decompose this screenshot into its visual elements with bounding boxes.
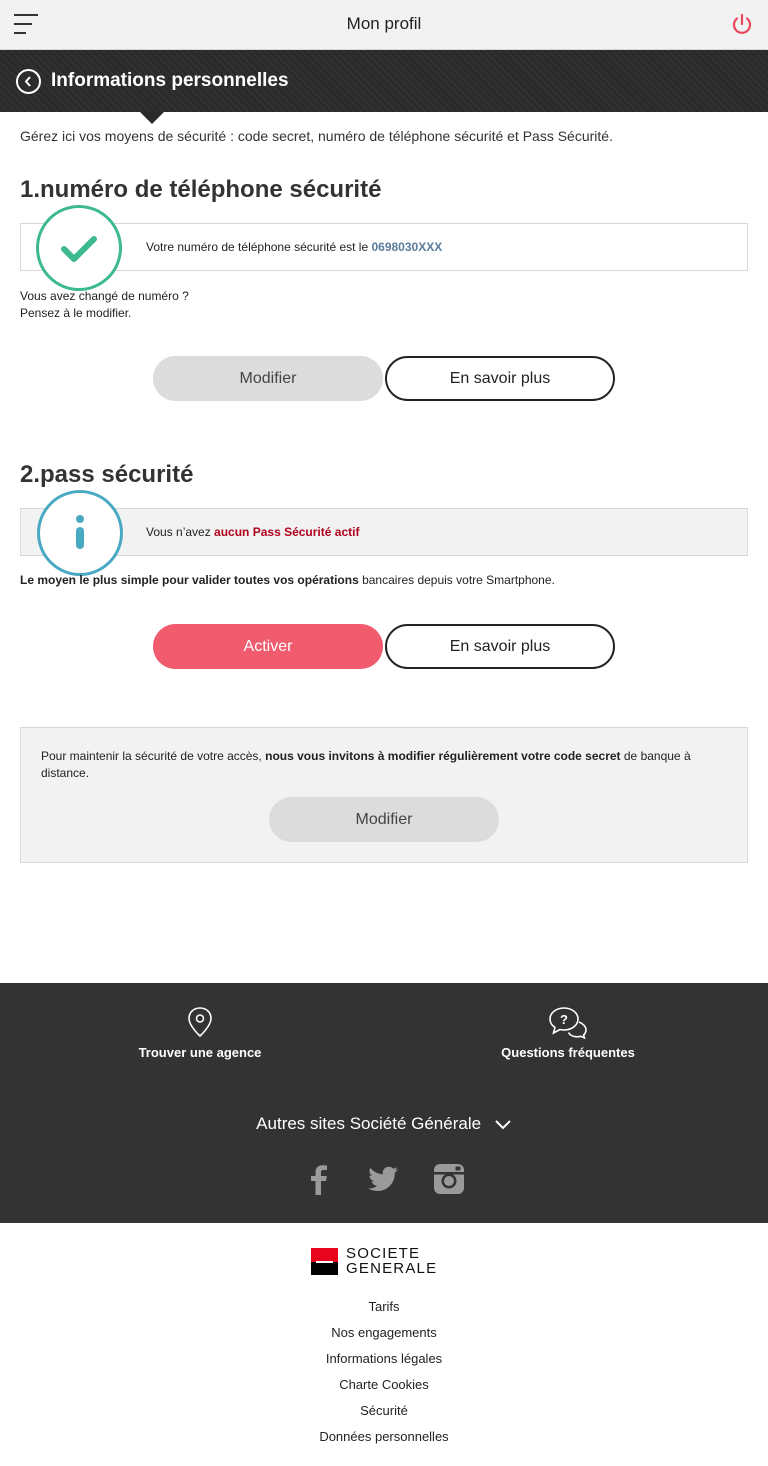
phone-number-value: 0698030XXX — [371, 240, 443, 254]
faq-link[interactable]: Questions fréquentes — [468, 1045, 668, 1060]
power-icon[interactable] — [730, 12, 754, 36]
instagram-icon[interactable] — [431, 1161, 467, 1197]
info-icon — [37, 490, 123, 576]
legal-info-link[interactable]: Informations légales — [0, 1346, 768, 1372]
chevron-down-icon — [495, 1119, 511, 1129]
section-title: Informations personnelles — [51, 70, 289, 91]
find-agency-link[interactable]: Trouver une agence — [100, 1045, 300, 1060]
pass-section-title: 2.pass sécurité — [20, 461, 194, 488]
phone-status-text: Votre numéro de téléphone sécurité est l… — [146, 240, 443, 254]
check-icon — [36, 205, 122, 291]
phone-learn-more-button[interactable]: En savoir plus — [385, 356, 615, 401]
brand-mark — [311, 1248, 338, 1275]
modify-code-button[interactable]: Modifier — [269, 797, 499, 842]
page-title: Mon profil — [346, 14, 422, 33]
tarifs-link[interactable]: Tarifs — [0, 1294, 768, 1320]
personal-data-link[interactable]: Données personnelles — [0, 1424, 768, 1450]
twitter-icon[interactable] — [365, 1161, 401, 1197]
section-header: Informations personnelles — [0, 50, 768, 112]
brand-wordmark: SOCIETE GENERALE — [346, 1245, 438, 1277]
location-pin-icon[interactable] — [186, 1006, 214, 1038]
phone-change-note: Vous avez changé de numéro ? Pensez à le… — [20, 289, 189, 320]
security-link[interactable]: Sécurité — [0, 1398, 768, 1424]
chat-question-icon[interactable]: ? — [548, 1005, 588, 1039]
svg-text:?: ? — [560, 1012, 568, 1027]
cookies-link[interactable]: Charte Cookies — [0, 1372, 768, 1398]
pass-learn-more-button[interactable]: En savoir plus — [385, 624, 615, 669]
top-bar: Mon profil — [0, 0, 768, 50]
secret-code-box: Pour maintenir la sécurité de votre accè… — [20, 727, 748, 863]
pass-status-text: Vous n’avez aucun Pass Sécurité actif — [146, 525, 360, 539]
secret-code-text: Pour maintenir la sécurité de votre accè… — [41, 749, 691, 780]
pass-status-box: Vous n’avez aucun Pass Sécurité actif — [20, 508, 748, 556]
phone-section-title: 1.numéro de téléphone sécurité — [20, 176, 382, 203]
header-notch — [140, 112, 164, 124]
pass-description: Le moyen le plus simple pour valider tou… — [20, 573, 555, 587]
facebook-icon[interactable] — [301, 1161, 337, 1197]
activate-button[interactable]: Activer — [153, 624, 383, 669]
bottom-links: Tarifs Nos engagements Informations léga… — [0, 1294, 768, 1450]
other-sites-toggle[interactable]: Autres sites Société Générale — [0, 1114, 768, 1134]
footer: Trouver une agence ? Questions fréquente… — [0, 983, 768, 1223]
intro-text: Gérez ici vos moyens de sécurité : code … — [20, 128, 613, 144]
modify-phone-button[interactable]: Modifier — [153, 356, 383, 401]
engagements-link[interactable]: Nos engagements — [0, 1320, 768, 1346]
phone-status-box: Votre numéro de téléphone sécurité est l… — [20, 223, 748, 271]
back-arrow-icon[interactable] — [16, 69, 41, 94]
societe-generale-logo[interactable]: SOCIETE GENERALE — [311, 1245, 456, 1277]
